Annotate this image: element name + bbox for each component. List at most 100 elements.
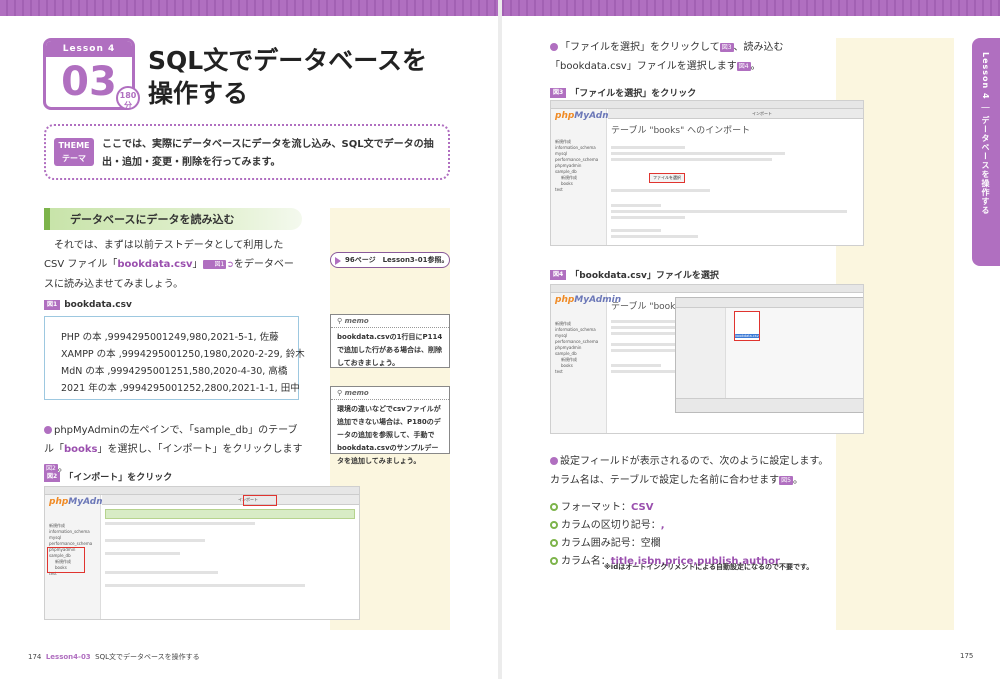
success-bar — [105, 509, 355, 519]
minutes-unit: 分 — [124, 101, 132, 110]
csv-box: PHP の本 ,9994295001249,980,2021-5-1, 佐藤 X… — [44, 316, 305, 400]
tree-item[interactable]: test — [555, 369, 606, 375]
pma-logo: phpMyAdmin — [45, 495, 115, 509]
pma-content — [105, 509, 355, 590]
pma-import-title: テーブル "books" へのインポート — [611, 126, 751, 136]
dialog-footer — [676, 398, 863, 412]
memo-body: bookdata.csvの1行目にP114で追加した行がある場合は、削除しておき… — [337, 333, 443, 367]
highlight-books-table — [47, 547, 85, 573]
section-heading-text: データベースにデータを読み込む — [70, 213, 235, 226]
page-title: SQL文でデータベースを 操作する — [148, 44, 427, 110]
step2-paragraph: 「ファイルを選択」をクリックして 図3 、読み込む「bookdata.csv」ファイ… — [550, 38, 830, 76]
arrow-right-icon — [335, 257, 341, 265]
bullet-dot — [44, 426, 52, 434]
figure4-tag: 図4 — [550, 269, 567, 280]
figure2-tag: 図2 — [44, 471, 61, 482]
fig-ref-5: 図5 — [779, 475, 793, 485]
circle-bullet-icon — [550, 539, 558, 547]
choose-file-button[interactable]: ファイルを選択 — [649, 173, 685, 183]
pma-logo: phpMyAdmin — [551, 109, 621, 123]
csv-file-icon[interactable]: bookdata.csv — [734, 311, 760, 341]
placeholder-line — [611, 152, 785, 155]
memo-head-text: memo — [344, 389, 369, 397]
setting-label: フォーマット： — [561, 502, 631, 513]
memo-head-text: memo — [344, 317, 369, 325]
placeholder-line — [611, 364, 661, 367]
settings-note: ※idはオートインクリメントによる自動設定になるので不要です。 — [604, 563, 814, 571]
intro-text-2: 」 — [192, 259, 203, 270]
setting-item: カラムの区切り記号：, — [550, 516, 665, 535]
page-reference: 96ページ Lesson3-01参照。 — [330, 252, 450, 268]
chapter-side-tab: Lesson 4 ｜ データベースを操作する — [972, 38, 1000, 266]
paperclip-icon: ⚲ — [337, 389, 345, 397]
step1-text-b: 」を選択し、「インポート」をクリックします — [97, 444, 303, 455]
screenshot-file-dialog: phpMyAdmin 新規作成 information_schema mysql… — [550, 284, 864, 434]
placeholder-line — [105, 571, 218, 574]
pma-logo-a: php — [49, 497, 69, 507]
lesson-label: Lesson 4 — [46, 41, 132, 57]
step2-text: 「ファイルを選択」をクリックして — [560, 42, 720, 53]
dialog-sidebar — [676, 308, 726, 398]
setting-value: 空欄 — [640, 538, 661, 549]
figure2-title: 「インポート」をクリック — [64, 473, 173, 483]
figure4-label: 図4 「bookdata.csv」ファイルを選択 — [550, 268, 719, 281]
figure2-label: 図2 「インポート」をクリック — [44, 470, 172, 483]
figure1-title: bookdata.csv — [64, 300, 132, 310]
browser-bar — [45, 487, 359, 495]
theme-tag-en: THEME — [58, 141, 90, 150]
memo-1: ⚲ memo bookdata.csvの1行目にP114で追加した行がある場合は… — [330, 314, 450, 368]
bullet-dot — [550, 43, 558, 51]
pma-sidebar: phpMyAdmin 新規作成 information_schema mysql… — [551, 109, 621, 245]
placeholder-line — [611, 216, 686, 219]
bullet-dot — [550, 457, 558, 465]
intro-paragraph: それでは、まずは以前テストデータとして利用したCSV ファイル「bookdata… — [44, 236, 302, 294]
screenshot-file-select: phpMyAdmin 新規作成 information_schema mysql… — [550, 100, 864, 246]
step2-text-c: 。 — [750, 61, 761, 72]
placeholder-line — [611, 235, 698, 238]
memo-head: ⚲ memo — [331, 387, 449, 400]
pma-logo: phpMyAdmin — [551, 293, 621, 307]
fig-ref-1: 図1 — [202, 259, 227, 269]
placeholder-line — [611, 332, 681, 335]
page-gutter — [498, 0, 502, 679]
browser-bar — [551, 101, 863, 109]
circle-bullet-icon — [550, 557, 558, 565]
placeholder-line — [611, 349, 681, 352]
page-number-right: 175 — [960, 652, 974, 660]
page-number-left: 174 — [28, 653, 42, 661]
figure4-title: 「bookdata.csv」ファイルを選択 — [570, 271, 719, 281]
csv-row: XAMPP の本 ,9994295001250,1980,2020-2-29, … — [61, 349, 305, 360]
csv-file-name: bookdata.csv — [735, 334, 759, 338]
circle-bullet-icon — [550, 503, 558, 511]
step3-paragraph: 設定フィールドが表示されるので、次のように設定します。カラム名は、テーブルで設定… — [550, 452, 834, 490]
tab-import[interactable]: インポート — [752, 111, 772, 116]
browser-bar — [551, 285, 863, 293]
pma-sidebar: phpMyAdmin 新規作成 information_schema mysql… — [551, 293, 621, 433]
theme-tag-ja: テーマ — [62, 154, 86, 163]
tree-item[interactable]: test — [555, 187, 606, 193]
circle-bullet-icon — [550, 521, 558, 529]
link-icon: ➲ — [226, 260, 234, 270]
theme-text: ここでは、実際にデータベースにデータを流し込み、SQL文でデータの抽出・追加・変… — [102, 139, 434, 168]
side-tab-text: Lesson 4 ｜ データベースを操作する — [981, 52, 990, 216]
section-bar — [44, 208, 50, 230]
placeholder-line — [105, 584, 305, 587]
footer-left: 174 Lesson4-03 SQL文でデータベースを操作する — [28, 652, 200, 662]
pma-tree: 新規作成 information_schema mysql performanc… — [551, 139, 606, 193]
highlight-import-tab — [243, 495, 277, 506]
memo-2: ⚲ memo 環境の違いなどでcsvファイルが追加できない場合は、P180のデー… — [330, 386, 450, 465]
pma-tabs: インポート — [102, 495, 359, 505]
pma-tree: 新規作成 information_schema mysql performanc… — [551, 321, 606, 375]
fig-ref-4: 図4 — [736, 61, 751, 71]
screenshot-import-tab: phpMyAdmin 新規作成 information_schema mysql… — [44, 486, 360, 620]
page-reference-text: 96ページ Lesson3-01参照。 — [345, 256, 449, 264]
step3-text-b: 。 — [792, 475, 803, 486]
title-line-2: 操作する — [148, 79, 249, 108]
csv-row: PHP の本 ,9994295001249,980,2021-5-1, 佐藤 — [61, 332, 279, 343]
step1-table: books — [64, 444, 98, 455]
figure1-tag: 図1 — [44, 300, 61, 310]
placeholder-line — [105, 522, 255, 525]
pma-logo-a: php — [555, 111, 575, 121]
pma-tabs: インポート — [608, 109, 863, 119]
intro-file: bookdata.csv — [117, 259, 193, 270]
